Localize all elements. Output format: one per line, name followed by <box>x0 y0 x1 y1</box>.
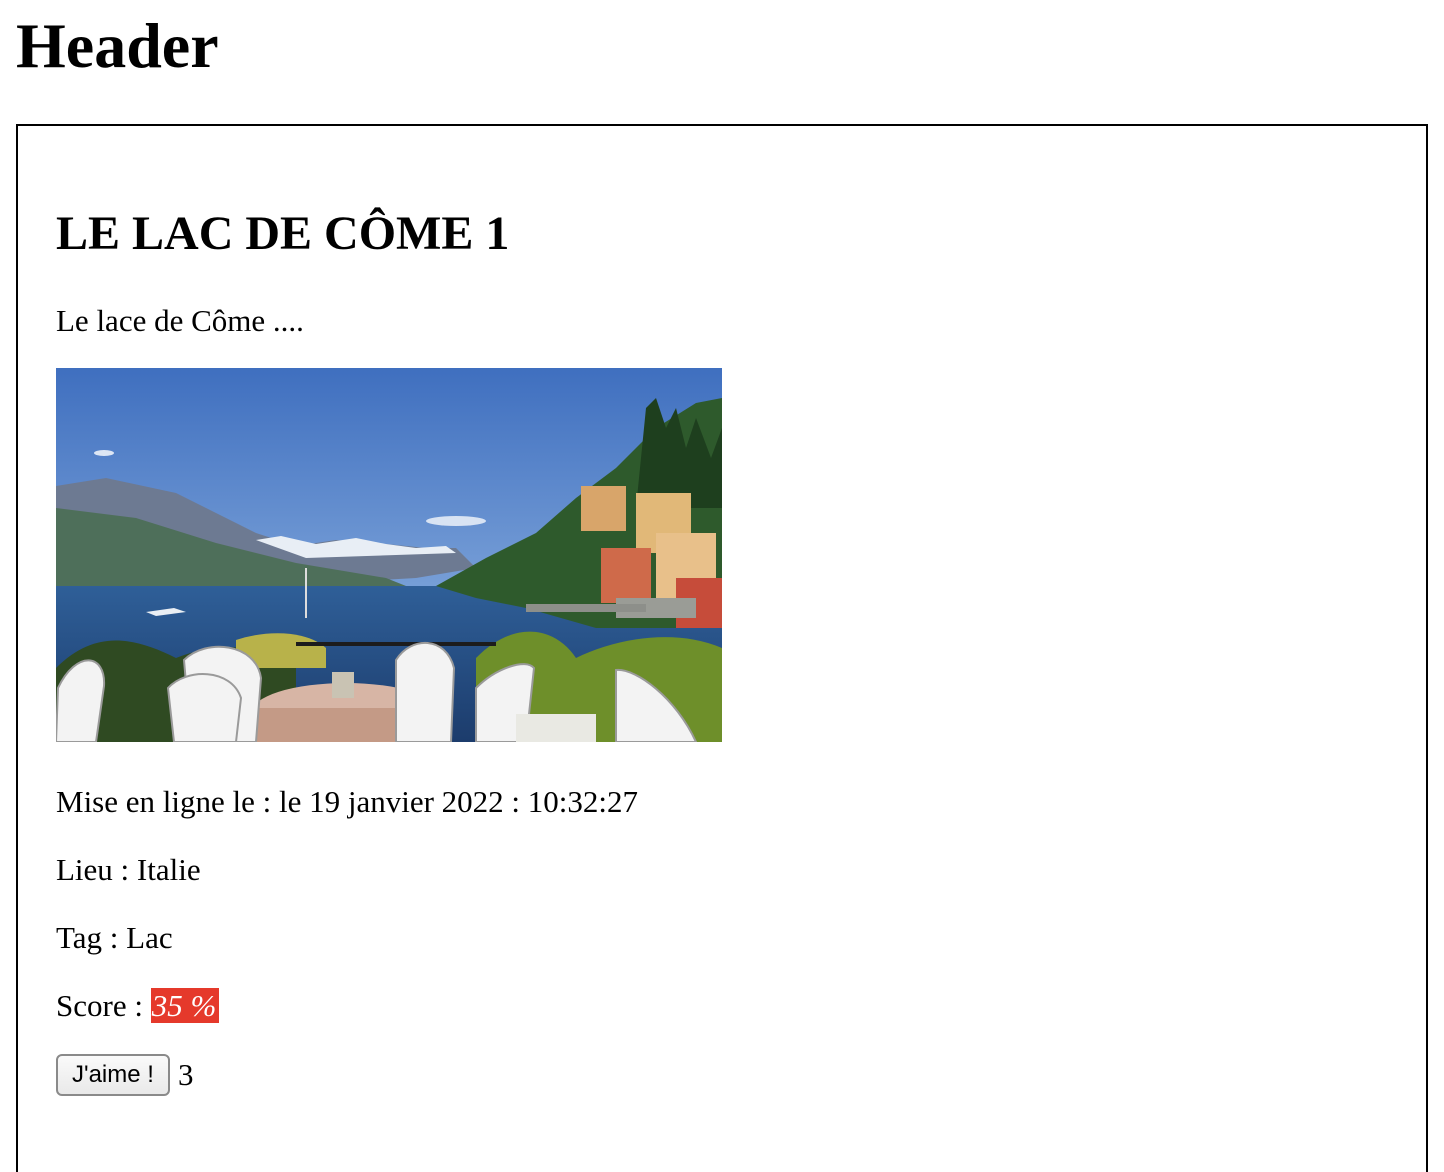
post-place: Lieu : Italie <box>56 852 201 887</box>
page-header: Header <box>16 10 219 81</box>
like-count: 3 <box>177 1057 194 1092</box>
post-title: LE LAC DE CÔME 1 <box>56 207 510 260</box>
post-card: LE LAC DE CÔME 1 Le lace de Côme .... Mi… <box>16 124 1428 1172</box>
post-tag: Tag : Lac <box>56 920 173 955</box>
score-label: Score : <box>56 988 151 1023</box>
post-date: Mise en ligne le : le 19 janvier 2022 : … <box>56 784 639 819</box>
post-description: Le lace de Côme .... <box>56 303 304 338</box>
like-row: J'aime ! 3 <box>56 1054 193 1096</box>
like-button[interactable]: J'aime ! <box>56 1054 170 1096</box>
score-badge: 35 % <box>150 988 220 1023</box>
post-score: Score : 35 % <box>56 986 220 1026</box>
page: Header LE LAC DE CÔME 1 Le lace de Côme … <box>0 0 1444 1172</box>
post-photo <box>56 368 722 742</box>
